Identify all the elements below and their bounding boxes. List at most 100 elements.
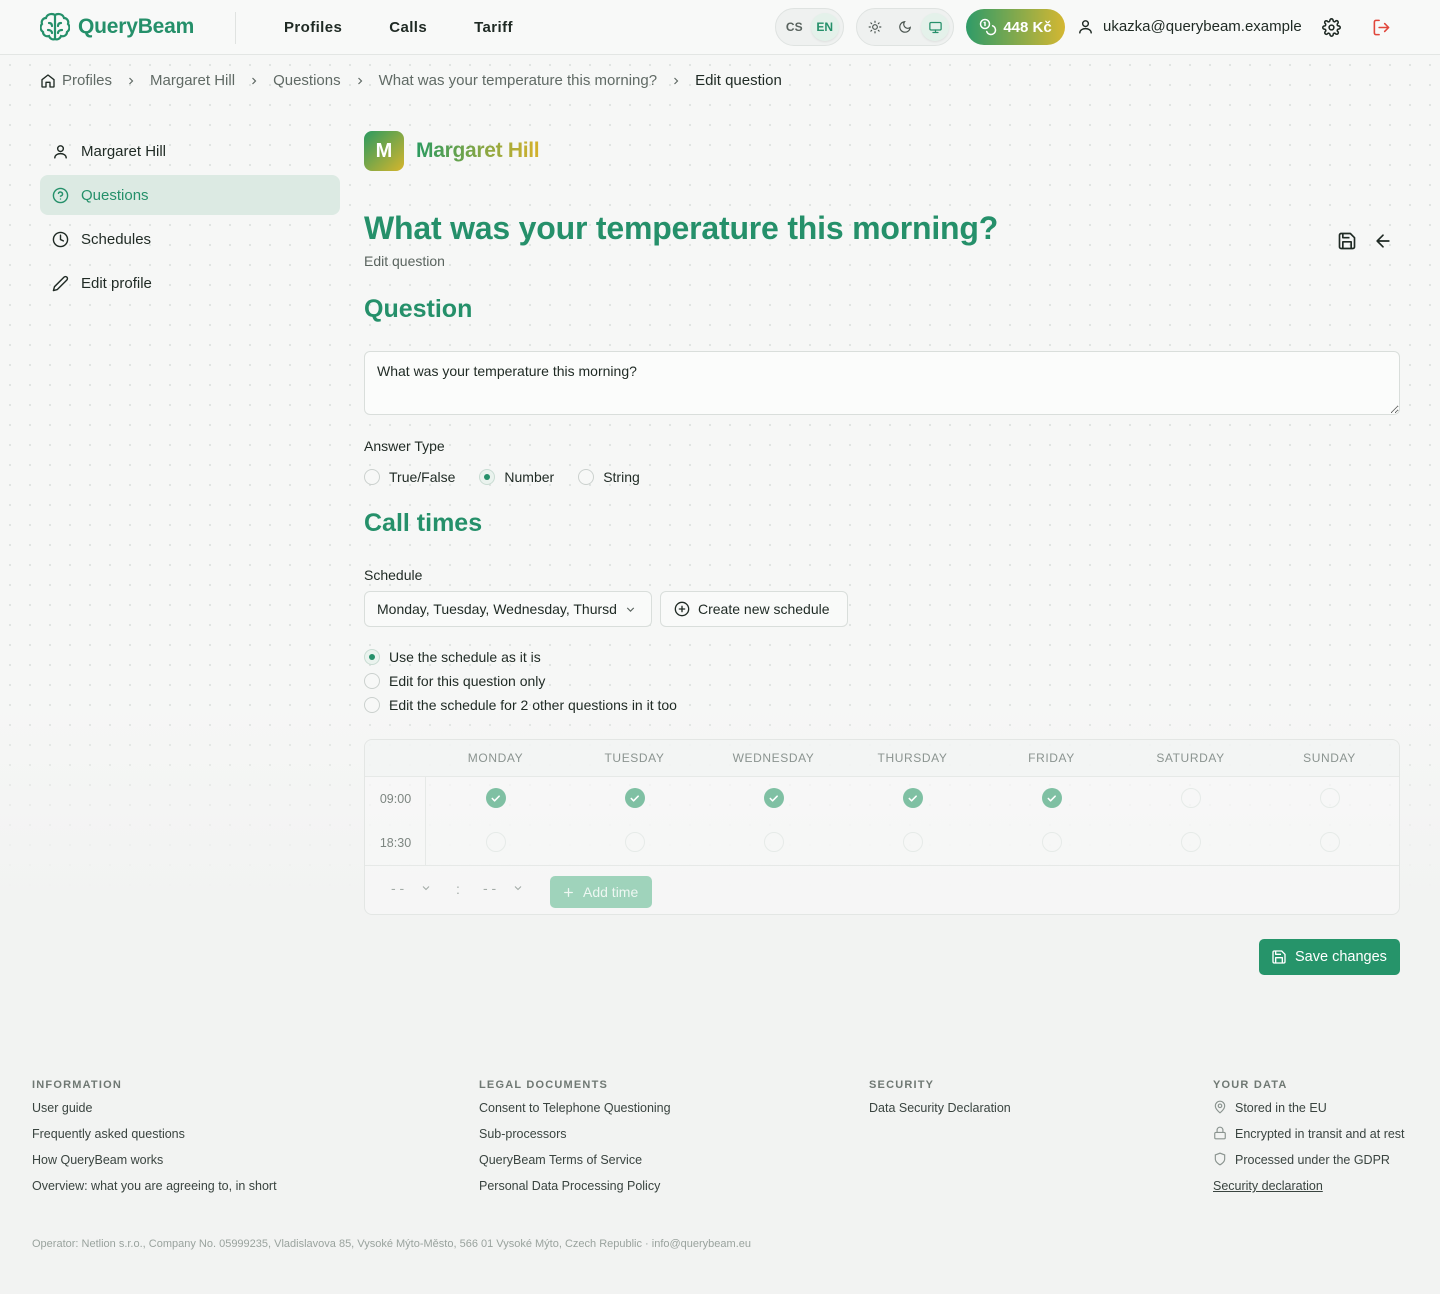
answer-type-string[interactable]: String bbox=[578, 469, 640, 485]
light-theme-button[interactable] bbox=[861, 13, 889, 41]
gear-icon bbox=[1321, 17, 1341, 37]
create-schedule-button[interactable]: Create new schedule bbox=[660, 591, 848, 627]
question-text-input[interactable] bbox=[364, 351, 1400, 415]
sidebar: Margaret Hill Questions Schedules Edit p… bbox=[40, 131, 340, 307]
nav-calls[interactable]: Calls bbox=[389, 19, 427, 36]
schedule-cell-monday-0900[interactable] bbox=[485, 788, 506, 808]
dark-theme-button[interactable] bbox=[891, 13, 919, 41]
lock-icon bbox=[1214, 1126, 1226, 1140]
check-icon bbox=[630, 794, 639, 802]
footer-link[interactable]: Personal Data Processing Policy bbox=[479, 1178, 671, 1204]
check-icon bbox=[491, 794, 500, 802]
minute-select[interactable]: - - bbox=[483, 880, 524, 896]
sun-icon bbox=[868, 20, 882, 34]
footer-link[interactable]: Frequently asked questions bbox=[32, 1126, 277, 1152]
schedule-cell-tuesday-0900[interactable] bbox=[624, 788, 645, 808]
footer-link[interactable]: User guide bbox=[32, 1100, 277, 1126]
schedule-cell-sunday-1830[interactable] bbox=[1319, 832, 1340, 852]
settings-button[interactable] bbox=[1320, 16, 1342, 38]
schedule-mode-use-as-is[interactable]: Use the schedule as it is bbox=[364, 649, 677, 665]
schedule-mode-edit-shared[interactable]: Edit the schedule for 2 other questions … bbox=[364, 697, 677, 713]
breadcrumb-questions[interactable]: Questions bbox=[273, 72, 341, 89]
logout-icon bbox=[1373, 19, 1389, 35]
schedule-cell-sunday-0900[interactable] bbox=[1319, 788, 1340, 808]
radio-button[interactable] bbox=[364, 697, 380, 713]
user-icon bbox=[1079, 20, 1092, 34]
nav-profiles[interactable]: Profiles bbox=[284, 19, 342, 36]
security-declaration-link[interactable]: Security declaration bbox=[1213, 1178, 1405, 1204]
time-label: 09:00 bbox=[379, 792, 412, 806]
answer-type-number[interactable]: Number bbox=[479, 469, 554, 485]
save-changes-button[interactable]: Save changes bbox=[1259, 939, 1400, 975]
breadcrumb-label: Questions bbox=[273, 72, 341, 89]
schedule-cell-tuesday-1830[interactable] bbox=[624, 832, 645, 852]
breadcrumb-profiles[interactable]: Profiles bbox=[40, 72, 112, 89]
theme-toggle bbox=[856, 8, 954, 46]
schedule-cell-thursday-0900[interactable] bbox=[902, 788, 923, 808]
sidebar-item-label: Schedules bbox=[81, 230, 152, 248]
schedule-cell-wednesday-1830[interactable] bbox=[763, 832, 784, 852]
footer-legal: LEGAL DOCUMENTS Consent to Telephone Que… bbox=[479, 1079, 671, 1204]
schedule-select[interactable]: Monday, Tuesday, Wednesday, Thursday, Fr… bbox=[364, 591, 652, 627]
schedule-label: Schedule bbox=[364, 567, 423, 583]
breadcrumb-question[interactable]: What was your temperature this morning? bbox=[379, 72, 657, 89]
radio-button[interactable] bbox=[364, 469, 380, 485]
add-time-button[interactable]: Add time bbox=[550, 876, 652, 908]
hour-select[interactable]: - - bbox=[391, 880, 432, 896]
nav-tariff[interactable]: Tariff bbox=[474, 19, 513, 36]
sidebar-item-label: Questions bbox=[81, 186, 149, 204]
time-column: 09:00 18:30 bbox=[365, 777, 426, 865]
footer-security: SECURITY Data Security Declaration bbox=[869, 1079, 1011, 1126]
footer-data-item: Encrypted in transit and at rest bbox=[1213, 1126, 1405, 1152]
language-toggle: CS EN bbox=[775, 8, 844, 46]
footer-link[interactable]: Overview: what you are agreeing to, in s… bbox=[32, 1178, 277, 1204]
schedule-cell-friday-1830[interactable] bbox=[1041, 832, 1062, 852]
create-schedule-label: Create new schedule bbox=[698, 601, 830, 617]
footer: INFORMATION User guide Frequently asked … bbox=[0, 1060, 1440, 1294]
logout-button[interactable] bbox=[1370, 16, 1392, 38]
save-icon-button[interactable] bbox=[1336, 230, 1358, 252]
radio-button[interactable] bbox=[479, 469, 496, 485]
credit-balance-badge[interactable]: 448 Kč bbox=[966, 9, 1065, 45]
schedule-cell-friday-0900[interactable] bbox=[1041, 788, 1062, 808]
user-menu[interactable]: ukazka@querybeam.example bbox=[1077, 18, 1302, 35]
radio-label: True/False bbox=[389, 469, 456, 485]
day-header-friday: FRIDAY bbox=[1028, 751, 1075, 765]
minute-placeholder: - - bbox=[483, 880, 497, 896]
sidebar-item-questions[interactable]: Questions bbox=[40, 175, 340, 215]
footer-link[interactable]: QueryBeam Terms of Service bbox=[479, 1152, 671, 1178]
answer-type-true-false[interactable]: True/False bbox=[364, 469, 455, 485]
schedule-mode-edit-this-only[interactable]: Edit for this question only bbox=[364, 673, 677, 689]
system-theme-button[interactable] bbox=[921, 13, 949, 41]
footer-link[interactable]: Consent to Telephone Questioning bbox=[479, 1100, 671, 1126]
sidebar-item-profile[interactable]: Margaret Hill bbox=[40, 131, 340, 171]
schedule-cell-wednesday-0900[interactable] bbox=[763, 788, 784, 808]
schedule-cell-thursday-1830[interactable] bbox=[902, 832, 923, 852]
radio-label: String bbox=[603, 469, 640, 485]
breadcrumb-current: Edit question bbox=[695, 72, 782, 89]
breadcrumb-profile[interactable]: Margaret Hill bbox=[150, 72, 235, 89]
back-button[interactable] bbox=[1372, 230, 1394, 252]
lang-en-button[interactable]: EN bbox=[810, 13, 839, 41]
sidebar-item-edit-profile[interactable]: Edit profile bbox=[40, 263, 340, 303]
radio-button[interactable] bbox=[578, 469, 595, 485]
footer-link[interactable]: How QueryBeam works bbox=[32, 1152, 277, 1178]
radio-button[interactable] bbox=[364, 673, 380, 689]
footer-link[interactable]: Sub-processors bbox=[479, 1126, 671, 1152]
footer-data-label: Stored in the EU bbox=[1235, 1101, 1327, 1115]
time-label: 18:30 bbox=[379, 836, 412, 850]
schedule-cell-monday-1830[interactable] bbox=[485, 832, 506, 852]
profile-name: Margaret Hill bbox=[416, 139, 540, 162]
app-logo[interactable]: QueryBeam bbox=[40, 11, 194, 43]
chevron-right-icon bbox=[354, 75, 366, 87]
sidebar-item-schedules[interactable]: Schedules bbox=[40, 219, 340, 259]
lang-cs-button[interactable]: CS bbox=[780, 13, 809, 41]
schedule-cell-saturday-1830[interactable] bbox=[1180, 832, 1201, 852]
check-icon bbox=[908, 794, 917, 802]
chevron-down-icon bbox=[422, 886, 430, 891]
schedule-cell-saturday-0900[interactable] bbox=[1180, 788, 1201, 808]
footer-link-label: Security declaration bbox=[1213, 1179, 1323, 1193]
radio-label: Edit for this question only bbox=[389, 673, 546, 689]
footer-link[interactable]: Data Security Declaration bbox=[869, 1100, 1011, 1126]
radio-button[interactable] bbox=[364, 649, 380, 665]
